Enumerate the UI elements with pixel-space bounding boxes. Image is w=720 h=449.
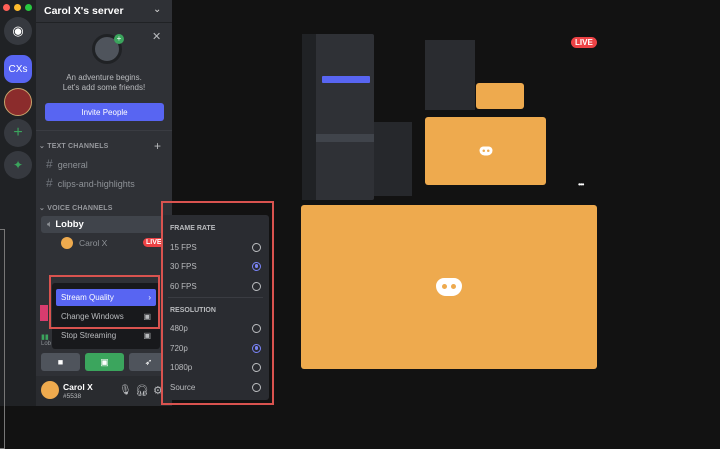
voice-member-name[interactable]: Carol X bbox=[79, 238, 107, 248]
nested-preview bbox=[425, 40, 475, 110]
stream-tile-small bbox=[425, 117, 546, 185]
user-avatar[interactable] bbox=[41, 381, 59, 399]
text-channels-category[interactable]: ⌄ TEXT CHANNELS bbox=[39, 142, 109, 150]
voice-channels-category[interactable]: ⌄ VOICE CHANNELS bbox=[39, 204, 113, 212]
stream-live-badge: LIVE bbox=[571, 37, 597, 48]
headphones-icon[interactable]: 🎧︎ bbox=[135, 384, 149, 397]
server-icon-avatar[interactable] bbox=[4, 88, 32, 116]
stream-preview-submenu bbox=[374, 122, 412, 196]
divider bbox=[36, 22, 172, 23]
discord-logo-icon: ◉ bbox=[12, 23, 24, 38]
hash-icon: # bbox=[46, 176, 53, 190]
compass-icon: ✦ bbox=[12, 158, 24, 172]
microphone-icon[interactable]: 🎙︎ bbox=[119, 385, 132, 396]
window-edge bbox=[0, 229, 5, 449]
speaker-icon: 🔈︎ bbox=[47, 219, 53, 230]
user-name: Carol X bbox=[63, 382, 93, 392]
explore-servers-button[interactable]: ✦ bbox=[4, 151, 32, 179]
screen-icon: ▣ bbox=[100, 356, 109, 367]
add-channel-icon[interactable]: + bbox=[154, 139, 161, 153]
camera-icon: ■ bbox=[57, 357, 64, 367]
close-window-button[interactable] bbox=[3, 4, 10, 11]
menu-item-stop-streaming[interactable]: Stop Streaming ▣ bbox=[56, 327, 156, 344]
add-server-button[interactable]: + bbox=[4, 119, 32, 147]
plus-badge-icon: + bbox=[114, 34, 124, 44]
channel-clips-and-highlights[interactable]: # clips-and-highlights bbox=[46, 176, 135, 190]
discord-logo-icon bbox=[436, 278, 462, 296]
voice-channel-lobby[interactable]: 🔈︎ Lobby bbox=[41, 216, 166, 233]
signal-icon: ▮▮ bbox=[41, 334, 49, 341]
more-options-icon[interactable]: ••• bbox=[578, 180, 584, 189]
server-name: Carol X's server bbox=[44, 5, 124, 17]
minimize-window-button[interactable] bbox=[14, 4, 21, 11]
plus-icon: + bbox=[13, 124, 23, 141]
nested-stream-tile bbox=[476, 83, 524, 109]
welcome-text: An adventure begins. Let's add some frien… bbox=[62, 73, 146, 92]
channel-general[interactable]: # general bbox=[46, 157, 88, 171]
camera-button[interactable]: ■ bbox=[41, 353, 80, 371]
highlight-box bbox=[49, 275, 160, 329]
server-rail: ◉ CXs + ✦ bbox=[0, 0, 36, 406]
discord-home-button[interactable]: ◉ bbox=[4, 17, 32, 45]
pink-indicator bbox=[40, 305, 48, 321]
stream-tile-main[interactable] bbox=[301, 205, 597, 369]
user-tag: #5538 bbox=[63, 393, 82, 400]
highlight-box bbox=[161, 201, 274, 405]
divider bbox=[36, 130, 172, 131]
rocket-icon: ➶ bbox=[144, 356, 153, 367]
avatar bbox=[61, 237, 73, 249]
voice-status: Lob bbox=[41, 341, 52, 347]
discord-logo-icon bbox=[479, 146, 492, 156]
screen-share-button[interactable]: ▣ bbox=[85, 353, 124, 371]
maximize-window-button[interactable] bbox=[25, 4, 32, 11]
hash-icon: # bbox=[46, 157, 53, 171]
screen-stop-icon: ▣ bbox=[143, 331, 151, 340]
stream-preview-thumbnail bbox=[302, 34, 374, 200]
close-icon[interactable]: ✕ bbox=[152, 30, 161, 43]
chevron-down-icon[interactable]: ⌄ bbox=[153, 4, 161, 15]
invite-people-button[interactable]: Invite People bbox=[45, 103, 164, 121]
server-icon-cxs[interactable]: CXs bbox=[4, 55, 32, 83]
